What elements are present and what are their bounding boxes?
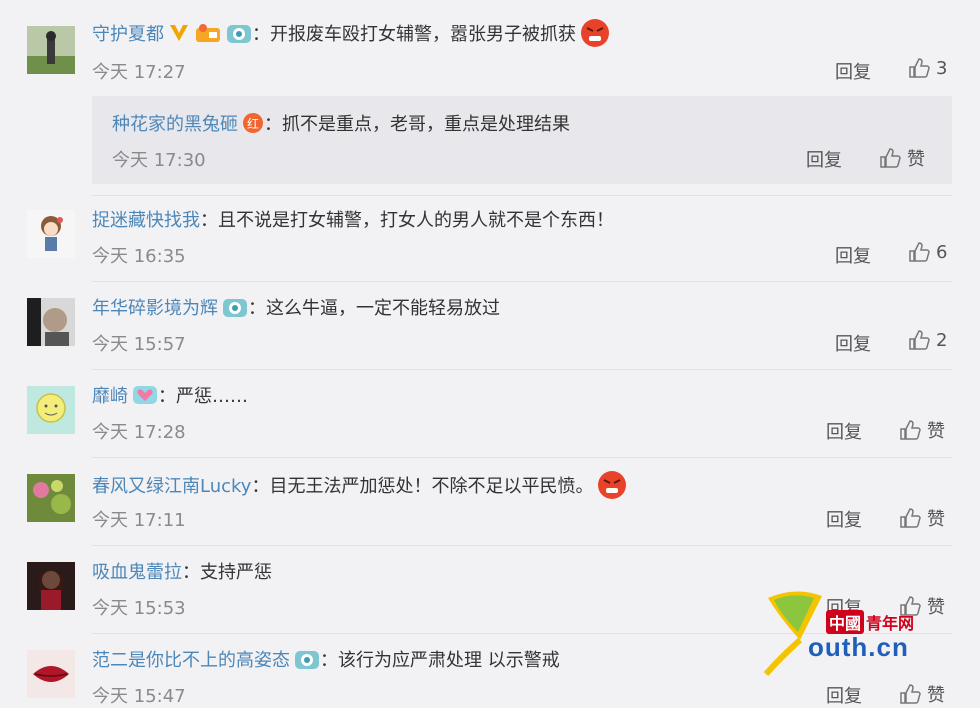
comment-text: ：该行为应严肃处理 以示警戒 (320, 650, 560, 671)
avatar[interactable] (27, 210, 75, 258)
like-label: 赞 (907, 149, 925, 170)
like-label: 赞 (927, 421, 945, 442)
reply-button[interactable]: 回复 (826, 506, 862, 532)
username[interactable]: 范二是你比不上的高姿态 (92, 646, 290, 672)
reply-button[interactable]: 回复 (835, 58, 871, 84)
comment-line: 春风又绿江南Lucky ：目无王法严加惩处！不除不足以平民愤。 (92, 470, 627, 500)
thumbs-up-icon (909, 330, 930, 350)
sub-reply: 种花家的黑兔砸 红 ：抓不是重点，老哥，重点是处理结果 今天 17:30 回复 … (92, 96, 952, 184)
comment-text: ：目无王法严加惩处！不除不足以平民愤。 (251, 476, 594, 497)
comment-text: ：开报废车殴打女辅警，嚣张男子被抓获 (252, 24, 576, 45)
avatar[interactable] (27, 474, 75, 522)
camera-icon (227, 25, 251, 43)
username[interactable]: 年华碎影境为辉 (92, 294, 218, 320)
like-count: 6 (936, 241, 948, 263)
avatar[interactable] (27, 26, 75, 74)
angry-face-icon (581, 19, 609, 47)
comment-line: 范二是你比不上的高姿态 ：该行为应严肃处理 以示警戒 (92, 646, 560, 672)
svg-text:红: 红 (247, 116, 259, 131)
fan-badge-icon (196, 24, 220, 42)
thumbs-up-icon (909, 242, 930, 262)
like-label: 赞 (927, 509, 945, 530)
comment-item: 捉迷藏快找我 ：且不说是打女辅警，打女人的男人就不是个东西！ 今天 16:35 … (0, 200, 980, 280)
avatar[interactable] (27, 562, 75, 610)
thumbs-up-icon (909, 58, 930, 78)
angry-face-icon (598, 471, 627, 499)
camera-icon (223, 299, 247, 317)
username[interactable]: 守护夏都 (92, 20, 164, 46)
comment-text: ：支持严惩 (182, 562, 272, 583)
comment-item: 靡崎 ：严惩…… 今天 17:28 回复 赞 (0, 376, 980, 456)
camera-icon (295, 651, 319, 669)
comment-time: 今天 17:11 (92, 510, 186, 531)
like-button[interactable]: 6 (908, 241, 947, 263)
comment-text: ：且不说是打女辅警，打女人的男人就不是个东西！ (200, 210, 614, 231)
red-badge-icon: 红 (243, 113, 263, 133)
comment-line: 捉迷藏快找我 ：且不说是打女辅警，打女人的男人就不是个东西！ (92, 206, 614, 232)
like-button[interactable]: 赞 (899, 505, 945, 531)
verified-v-icon (170, 25, 188, 41)
avatar[interactable] (27, 298, 75, 346)
divider (92, 457, 952, 458)
comment-line: 年华碎影境为辉 ：这么牛逼，一定不能轻易放过 (92, 294, 500, 320)
avatar[interactable] (27, 650, 75, 698)
comment-line: 靡崎 ：严惩…… (92, 382, 248, 408)
comment-time: 今天 17:28 (92, 422, 186, 443)
comment-line: 吸血鬼蕾拉 ：支持严惩 (92, 558, 272, 584)
like-button[interactable]: 2 (908, 329, 947, 351)
comment-text: ：严惩…… (158, 386, 248, 407)
username[interactable]: 靡崎 (92, 382, 128, 408)
username[interactable]: 种花家的黑兔砸 (112, 110, 238, 136)
like-button[interactable]: 赞 (879, 145, 925, 171)
brand-en: outh.cn (808, 632, 909, 662)
comment-text: ：抓不是重点，老哥，重点是处理结果 (264, 114, 570, 135)
heart-badge-icon (133, 386, 157, 404)
comment-line: 守护夏都 ：开报废车殴打女辅警，嚣张男子被抓获 (92, 18, 610, 48)
comment-time: 今天 16:35 (92, 246, 186, 267)
comment-text: ：这么牛逼，一定不能轻易放过 (248, 298, 500, 319)
reply-button[interactable]: 回复 (826, 418, 862, 444)
brand-cn-badge: 中國 (826, 610, 865, 634)
avatar[interactable] (27, 386, 75, 434)
reply-button[interactable]: 回复 (835, 242, 871, 268)
like-button[interactable]: 3 (908, 57, 947, 79)
username[interactable]: 吸血鬼蕾拉 (92, 558, 182, 584)
brand-cn-name: 青年网 (866, 614, 915, 633)
like-button[interactable]: 赞 (899, 417, 945, 443)
youth-cn-watermark: 中國 青年网 outh.cn (760, 588, 960, 688)
comment-item: 守护夏都 ：开报废车殴打女辅警，嚣张男子被抓获 今天 17:27 回复 3 种花… (0, 12, 980, 192)
like-count: 2 (936, 329, 948, 351)
comment-time: 今天 15:47 (92, 686, 186, 707)
thumbs-up-icon (880, 148, 901, 168)
username[interactable]: 春风又绿江南Lucky (92, 472, 251, 498)
comment-time: 今天 15:53 (92, 598, 186, 619)
thumbs-up-icon (900, 420, 921, 440)
reply-button[interactable]: 回复 (835, 330, 871, 356)
reply-button[interactable]: 回复 (806, 146, 842, 172)
comment-time: 今天 17:27 (92, 62, 186, 83)
like-count: 3 (936, 57, 948, 79)
username[interactable]: 捉迷藏快找我 (92, 206, 200, 232)
comment-time: 今天 15:57 (92, 334, 186, 355)
thumbs-up-icon (900, 508, 921, 528)
comment-time: 今天 17:30 (112, 150, 206, 171)
divider (92, 545, 952, 546)
divider (92, 195, 952, 196)
divider (92, 281, 952, 282)
comment-item: 年华碎影境为辉 ：这么牛逼，一定不能轻易放过 今天 15:57 回复 2 (0, 288, 980, 368)
comment-item: 春风又绿江南Lucky ：目无王法严加惩处！不除不足以平民愤。 今天 17:11… (0, 464, 980, 544)
divider (92, 369, 952, 370)
